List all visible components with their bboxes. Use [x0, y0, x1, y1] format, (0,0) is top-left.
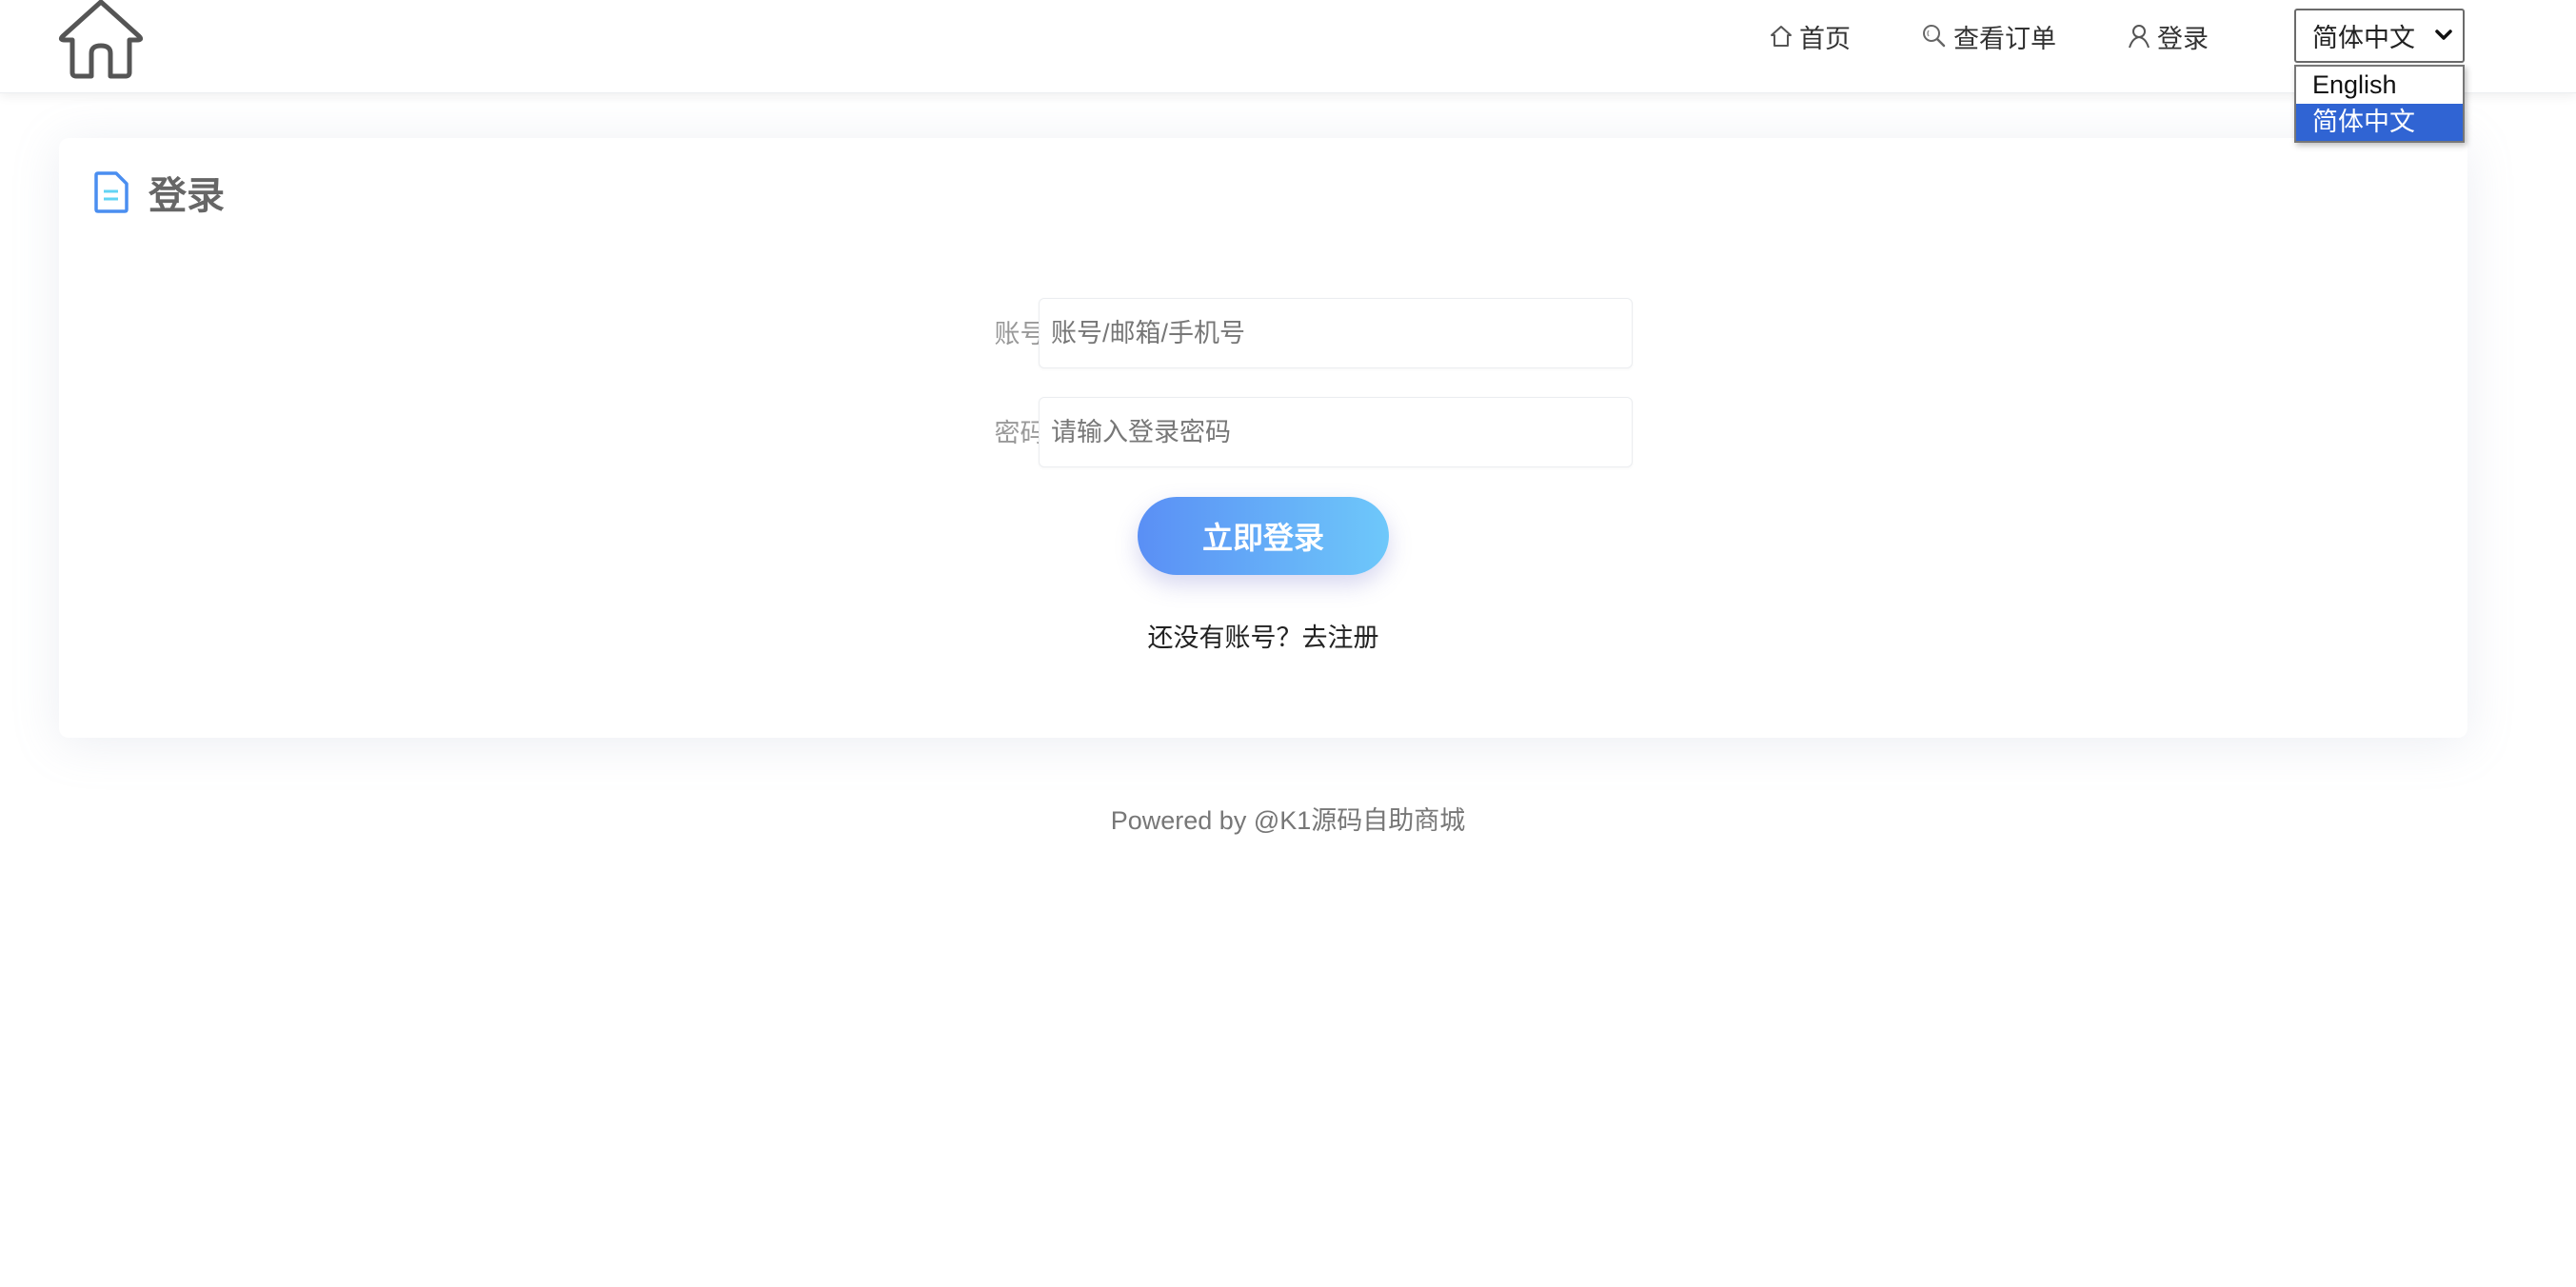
user-icon: [2129, 25, 2150, 49]
language-dropdown: English 简体中文: [2294, 65, 2465, 143]
chevron-down-icon: [2435, 30, 2452, 40]
password-label: 密码:: [994, 419, 1053, 447]
nav-orders-label: 查看订单: [1953, 24, 2056, 53]
nav-orders[interactable]: 查看订单: [1921, 18, 2056, 55]
card-title: 登录: [149, 175, 225, 217]
top-nav: 首页 查看订单 登录: [1769, 17, 2279, 55]
register-link[interactable]: 去注册: [1302, 624, 1379, 652]
footer-text: Powered by @K1源码自助商城: [1110, 806, 1466, 835]
login-card: 登录 账号: 密码: 立即登录 还没有账号？去注册: [59, 138, 2467, 738]
card-header: 登录: [93, 165, 225, 220]
search-icon: [1923, 25, 1946, 48]
language-selected-value: 简体中文: [2312, 24, 2415, 52]
login-button[interactable]: 立即登录: [1138, 497, 1389, 575]
nav-login[interactable]: 登录: [2127, 18, 2209, 55]
language-option-chinese[interactable]: 简体中文: [2296, 104, 2463, 141]
account-label: 账号:: [994, 320, 1053, 348]
document-icon: [94, 171, 129, 213]
account-input[interactable]: [1039, 298, 1633, 368]
site-logo[interactable]: [57, 0, 145, 80]
home-icon: [1771, 26, 1792, 47]
password-row: 密码:: [59, 397, 2467, 469]
nav-home[interactable]: 首页: [1769, 18, 1851, 55]
home-outline-icon: [58, 0, 144, 79]
register-prompt: 还没有账号？: [1147, 624, 1302, 652]
language-select[interactable]: 简体中文: [2294, 9, 2465, 63]
password-input[interactable]: [1039, 397, 1633, 467]
register-prompt-row: 还没有账号？去注册: [59, 617, 2467, 654]
nav-login-label: 登录: [2157, 24, 2209, 53]
top-header: 首页 查看订单 登录 简体中文: [0, 0, 2576, 93]
nav-home-label: 首页: [1799, 24, 1851, 53]
language-option-english[interactable]: English: [2296, 67, 2463, 104]
account-row: 账号:: [59, 298, 2467, 370]
